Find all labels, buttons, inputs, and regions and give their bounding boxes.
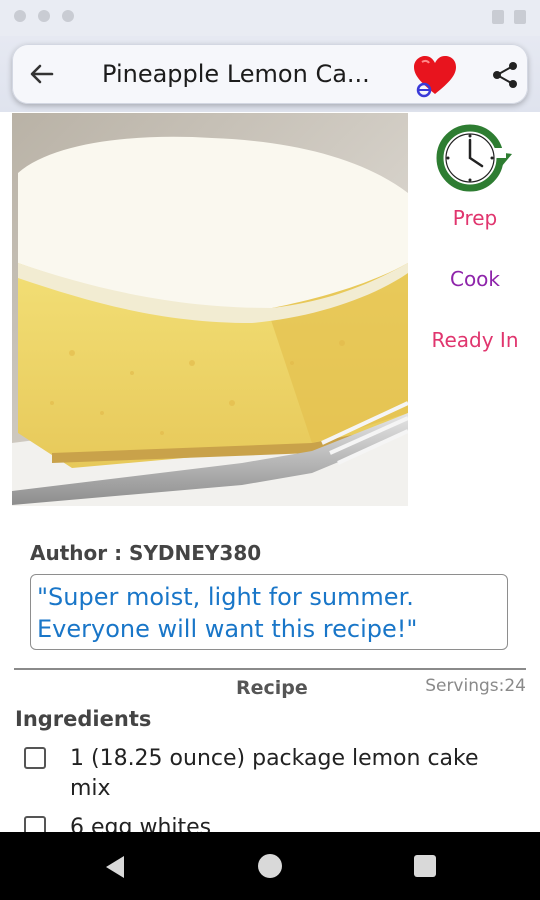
app-bar: Pineapple Lemon Ca... [12,44,528,104]
system-nav-bar [0,832,540,900]
ready-in-label: Ready In [431,328,519,352]
clock-refresh-icon [432,120,516,196]
status-right [492,10,526,24]
notification-icon [14,10,26,22]
notification-icon [38,10,50,22]
ingredient-checkbox[interactable] [24,747,46,769]
notification-icon [62,10,74,22]
triangle-back-icon [106,856,124,878]
battery-icon [514,10,526,24]
nav-home-button[interactable] [258,854,282,878]
divider [14,668,526,670]
back-button[interactable] [26,58,58,90]
app-bar-container: Pineapple Lemon Ca... [0,36,540,112]
status-left [14,10,74,22]
author-label: Author : SYDNEY380 [30,541,262,565]
prep-time-label: Prep [452,206,498,230]
share-icon [493,62,517,88]
recipe-description: "Super moist, light for summer. Everyone… [30,574,508,650]
servings-count: Servings:24 [425,676,526,696]
ingredients-heading: Ingredients [15,707,152,731]
cook-time-label: Cook [449,267,501,291]
tab-recipe[interactable]: Recipe [236,677,308,699]
heart-icon [414,56,456,98]
nav-recents-button[interactable] [414,855,436,877]
nav-back-button[interactable] [100,852,130,882]
page-title: Pineapple Lemon Ca... [102,60,370,88]
share-button[interactable] [490,60,520,90]
favorite-button[interactable] [412,54,458,98]
ingredient-text: 1 (18.25 ounce) package lemon cake mix [70,746,479,801]
recipe-photo [12,113,408,506]
arrow-back-icon [30,64,54,84]
signal-icon [492,10,504,24]
status-bar [0,0,540,36]
